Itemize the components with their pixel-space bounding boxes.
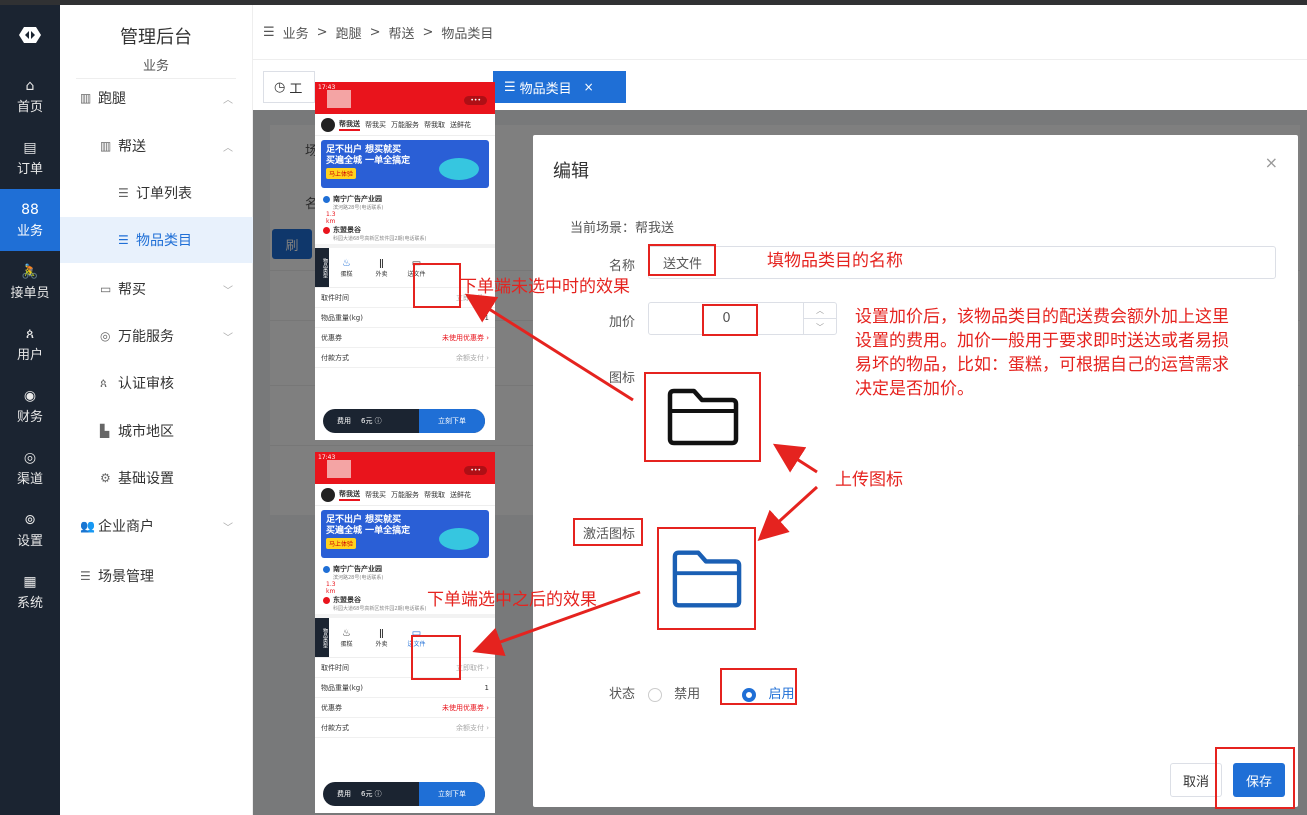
arrow-unselected [464, 293, 634, 402]
arrow-selected [472, 590, 641, 657]
arrow-upload-1 [772, 443, 818, 474]
annotation-arrows [464, 293, 819, 657]
arrow-upload-2 [757, 485, 819, 542]
